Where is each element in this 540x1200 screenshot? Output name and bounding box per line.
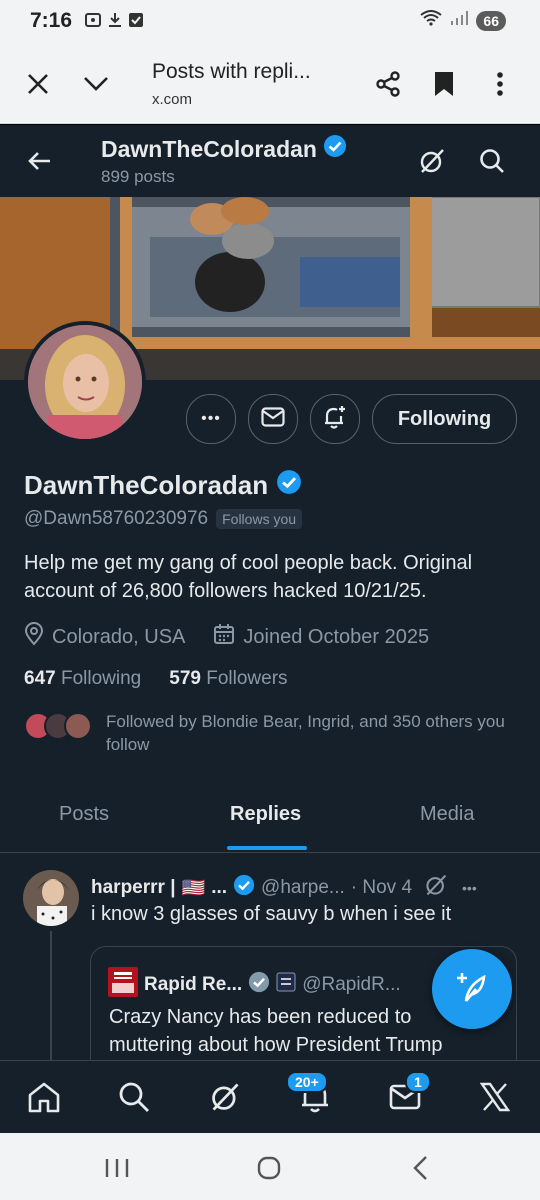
signal-icon: [450, 10, 469, 31]
followers-count-link[interactable]: 579 Followers: [169, 668, 287, 690]
header-profile-name: DawnTheColoradan: [101, 134, 347, 164]
profile-avatar[interactable]: [24, 321, 146, 443]
chevron-down-icon[interactable]: [76, 64, 116, 104]
message-button[interactable]: [248, 394, 298, 444]
status-time: 7:16: [30, 9, 73, 32]
quoted-author-avatar: [108, 967, 138, 1003]
active-tab-indicator: [227, 846, 307, 850]
tweet-header: harperrr | 🇺🇸 ... @harpe... · Nov 4 •••: [91, 873, 477, 903]
tweet-more-icon[interactable]: •••: [462, 880, 477, 896]
tweet-text: i know 3 glasses of sauvy b when i see i…: [91, 903, 452, 925]
quoted-tweet-text: Crazy Nancy has been reduced to mutterin…: [109, 1006, 443, 1056]
close-icon[interactable]: [18, 64, 58, 104]
following-button[interactable]: Following: [372, 394, 517, 444]
following-count-link[interactable]: 647 Following: [24, 668, 141, 690]
verified-gray-badge-icon: [248, 971, 270, 999]
grok-icon[interactable]: [424, 873, 448, 903]
calendar-icon: [213, 623, 235, 651]
checkbox-icon: [128, 12, 144, 33]
status-bar: 7:16 66: [0, 0, 540, 44]
feather-plus-icon: [454, 969, 490, 1010]
more-options-button[interactable]: •••: [186, 394, 236, 444]
tweet-author-name[interactable]: harperrr |: [91, 877, 176, 899]
profile-bio: Help me get my gang of cool people back.…: [24, 552, 473, 602]
back-button-icon[interactable]: [410, 1155, 430, 1186]
mutual-avatar: [64, 712, 92, 740]
browser-menu-icon[interactable]: [480, 64, 520, 104]
tweet-author-name-ellipsis: ...: [211, 877, 228, 898]
wifi-icon: [420, 10, 443, 31]
profile-name: DawnTheColoradan: [24, 469, 302, 502]
nav-x-logo-icon[interactable]: [475, 1077, 515, 1117]
share-icon[interactable]: [368, 64, 408, 104]
quoted-author-name: Rapid Re...: [144, 974, 243, 995]
search-icon[interactable]: [474, 143, 510, 179]
tab-replies[interactable]: Replies: [230, 803, 301, 826]
notifications-badge: 20+: [286, 1071, 328, 1093]
profile-joined-date: Joined October 2025: [243, 625, 430, 648]
nav-home-icon[interactable]: [24, 1077, 64, 1117]
tweet-timestamp[interactable]: · Nov 4: [351, 877, 412, 899]
download-icon: [108, 12, 122, 33]
status-notification-icons: [84, 12, 144, 33]
us-flag-emoji: 🇺🇸: [181, 878, 206, 899]
profile-header-bar: DawnTheColoradan 899 posts: [0, 125, 540, 197]
profile-meta: Colorado, USA Joined October 2025: [24, 622, 429, 652]
browser-toolbar: Posts with repli... x.com: [0, 44, 540, 124]
tweet-author-handle: @harpe...: [261, 877, 345, 898]
verified-badge-icon: [323, 134, 347, 164]
profile-page: DawnTheColoradan 899 posts ••• Following…: [0, 125, 540, 1060]
browser-page-title: Posts with repli...: [152, 60, 311, 83]
more-dots-icon: •••: [201, 410, 221, 427]
back-arrow-icon[interactable]: [22, 143, 58, 179]
nav-grok-icon[interactable]: [205, 1077, 245, 1117]
bookmark-icon[interactable]: [424, 64, 464, 104]
nav-search-icon[interactable]: [114, 1077, 154, 1117]
compose-post-button[interactable]: [432, 949, 512, 1029]
profile-handle: @Dawn58760230976 Follows you: [24, 508, 303, 530]
profile-tabs: Posts Replies Media: [0, 785, 540, 853]
affiliate-badge-icon: [276, 972, 296, 998]
browser-url[interactable]: x.com: [152, 91, 192, 108]
header-name-text: DawnTheColoradan: [101, 135, 317, 162]
screenshot-icon: [84, 12, 102, 33]
recent-apps-icon[interactable]: [104, 1157, 130, 1184]
thread-line: [50, 931, 52, 1060]
mutual-followers-avatars[interactable]: [24, 712, 94, 742]
handle-text: @Dawn58760230976: [24, 508, 209, 529]
subscribe-notifications-button[interactable]: [310, 394, 360, 444]
following-count: 647: [24, 668, 56, 689]
followers-label: Followers: [206, 668, 288, 689]
profile-name-text: DawnTheColoradan: [24, 470, 269, 500]
quoted-author-handle: @RapidR...: [302, 974, 401, 995]
verified-badge-icon: [233, 874, 255, 902]
quoted-tweet-header: Rapid Re... @RapidR...: [108, 967, 401, 1003]
followed-by-text[interactable]: Followed by Blondie Bear, Ingrid, and 35…: [106, 710, 526, 756]
following-label: Following: [60, 668, 142, 689]
follows-you-badge: Follows you: [216, 509, 303, 529]
mail-icon: [261, 406, 285, 432]
followers-count: 579: [169, 668, 201, 689]
tab-posts[interactable]: Posts: [59, 803, 109, 826]
status-right: 66: [420, 10, 506, 31]
tweet-author-avatar[interactable]: [23, 870, 79, 926]
grok-icon[interactable]: [414, 143, 450, 179]
header-post-count: 899 posts: [101, 167, 175, 186]
home-button-icon[interactable]: [256, 1155, 282, 1186]
battery-indicator: 66: [476, 10, 506, 31]
messages-badge: 1: [405, 1071, 431, 1093]
system-navigation-bar: [0, 1133, 540, 1200]
tab-media[interactable]: Media: [420, 803, 474, 826]
verified-badge-icon: [276, 469, 302, 502]
location-pin-icon: [24, 622, 44, 652]
bell-plus-icon: [322, 404, 348, 435]
bottom-navigation: 20+ 1: [0, 1060, 540, 1133]
profile-location: Colorado, USA: [52, 625, 186, 648]
follow-counts: 647 Following 579 Followers: [24, 668, 288, 690]
